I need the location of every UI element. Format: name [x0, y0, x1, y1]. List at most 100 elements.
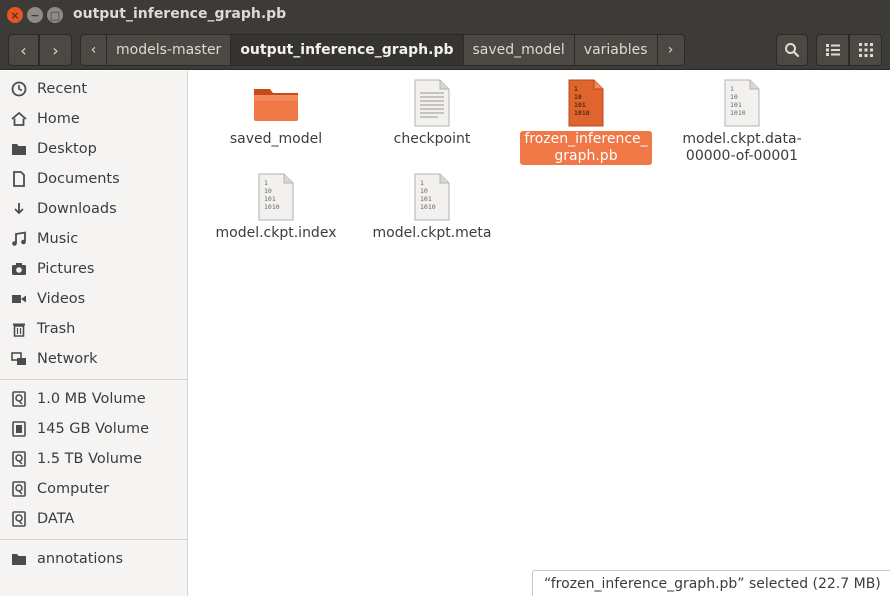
file-item-model-ckpt-index[interactable]: 1 10 101 1010 model.ckpt.index	[201, 173, 351, 242]
chevron-right-icon: ›	[52, 40, 59, 60]
sidebar-divider	[0, 379, 187, 380]
sidebar-item-label: Home	[37, 111, 80, 127]
path-item-models-master[interactable]: models-master	[107, 35, 232, 65]
sidebar-item-label: Trash	[37, 321, 76, 337]
drive-icon	[10, 450, 28, 468]
sidebar-item-data[interactable]: DATA	[0, 505, 187, 533]
drive-icon	[10, 510, 28, 528]
binary-glyph-line: 101	[264, 195, 276, 203]
music-icon	[10, 230, 28, 248]
selection-status: “frozen_inference_graph.pb” selected (22…	[532, 570, 890, 596]
minimize-window-button[interactable]: −	[27, 7, 43, 23]
sidebar-item-downloads[interactable]: Downloads	[0, 195, 187, 223]
network-icon	[10, 350, 28, 368]
sidebar-item-label: 1.5 TB Volume	[37, 451, 143, 467]
path-scroll-right-button[interactable]: ›	[657, 35, 684, 65]
path-item-output-inference-graph[interactable]: output_inference_graph.pb	[231, 35, 464, 65]
sidebar-item-label: Music	[37, 231, 79, 247]
sidebar-item-label: Desktop	[37, 141, 97, 157]
sidebar-item-label: Network	[37, 351, 98, 367]
list-icon	[825, 44, 840, 56]
sidebar-item-label: Recent	[37, 81, 88, 97]
close-window-button[interactable]: ×	[7, 7, 23, 23]
forward-button[interactable]: ›	[39, 34, 72, 66]
download-icon	[10, 200, 28, 218]
sidebar-item-videos[interactable]: Videos	[0, 285, 187, 313]
file-name: frozen_inference_ graph.pb	[520, 131, 652, 165]
sidebar-item-music[interactable]: Music	[0, 225, 187, 253]
header-bar: ‹ › ‹ models-master output_inference_gra…	[0, 30, 890, 70]
sidebar-item-label: 1.0 MB Volume	[37, 391, 146, 407]
binary-glyph-line: 1	[420, 179, 424, 187]
maximize-icon: □	[49, 8, 61, 22]
file-item-model-ckpt-meta[interactable]: 1 10 101 1010 model.ckpt.meta	[357, 173, 507, 242]
sidebar-item-label: Pictures	[37, 261, 95, 277]
binary-glyph-line: 1	[730, 85, 734, 93]
camera-icon	[10, 260, 28, 278]
sidebar-item-recent[interactable]: Recent	[0, 75, 187, 103]
binary-glyph-line: 10	[574, 93, 582, 101]
path-item-variables[interactable]: variables	[575, 35, 658, 65]
folder-icon	[10, 550, 28, 568]
search-button[interactable]	[776, 34, 808, 66]
back-button[interactable]: ‹	[8, 34, 39, 66]
sidebar-item-annotations[interactable]: annotations	[0, 545, 187, 573]
drive-icon	[10, 390, 28, 408]
folder-icon	[10, 140, 28, 158]
binary-file-icon: 1 10 101 1010	[408, 173, 456, 221]
binary-glyph-line: 1010	[420, 203, 436, 211]
sidebar-item-trash[interactable]: Trash	[0, 315, 187, 343]
folder-icon	[252, 79, 300, 127]
binary-glyph-line: 101	[574, 101, 586, 109]
binary-glyph-line: 10	[730, 93, 738, 101]
video-icon	[10, 290, 28, 308]
path-bar: ‹ models-master output_inference_graph.p…	[80, 34, 685, 66]
sidebar-item-145gb-volume[interactable]: 145 GB Volume	[0, 415, 187, 443]
sidebar-item-label: Documents	[37, 171, 120, 187]
minimize-icon: −	[30, 8, 40, 22]
sidebar-item-desktop[interactable]: Desktop	[0, 135, 187, 163]
title-bar: × − □ output_inference_graph.pb	[0, 0, 890, 30]
binary-glyph-line: 101	[420, 195, 432, 203]
binary-glyph-line: 1010	[730, 109, 746, 117]
sidebar-item-label: DATA	[37, 511, 75, 527]
file-name: saved_model	[229, 131, 323, 147]
sidebar-item-documents[interactable]: Documents	[0, 165, 187, 193]
file-item-model-ckpt-data[interactable]: 1 10 101 1010 model.ckpt.data- 00000-of-000…	[667, 79, 817, 165]
sidebar-divider	[0, 539, 187, 540]
file-name: checkpoint	[393, 131, 471, 147]
file-name: model.ckpt.meta	[372, 225, 492, 241]
close-icon: ×	[10, 8, 20, 22]
sidebar-item-1-5tb-volume[interactable]: 1.5 TB Volume	[0, 445, 187, 473]
binary-glyph-line: 1	[574, 85, 578, 93]
file-item-frozen-inference-graph[interactable]: 1 10 101 1010 frozen_inference_ graph.pb	[511, 79, 661, 165]
binary-glyph-line: 101	[730, 101, 742, 109]
file-item-saved-model[interactable]: saved_model	[201, 79, 351, 148]
sidebar-item-computer[interactable]: Computer	[0, 475, 187, 503]
binary-glyph-line: 1010	[574, 109, 590, 117]
sidebar-item-1mb-volume[interactable]: 1.0 MB Volume	[0, 385, 187, 413]
sidebar-item-label: Videos	[37, 291, 86, 307]
sidebar-item-pictures[interactable]: Pictures	[0, 255, 187, 283]
home-icon	[10, 110, 28, 128]
grid-view-button[interactable]	[849, 34, 882, 66]
sidebar-item-network[interactable]: Network	[0, 345, 187, 373]
path-scroll-left-button[interactable]: ‹	[81, 35, 107, 65]
binary-file-icon: 1 10 101 1010	[718, 79, 766, 127]
binary-glyph-line: 10	[264, 187, 272, 195]
maximize-window-button[interactable]: □	[47, 7, 63, 23]
sidebar-item-label: annotations	[37, 551, 124, 567]
binary-file-icon: 1 10 101 1010	[252, 173, 300, 221]
clock-icon	[10, 80, 28, 98]
list-view-button[interactable]	[816, 34, 849, 66]
search-icon	[785, 43, 800, 58]
path-item-saved-model[interactable]: saved_model	[464, 35, 575, 65]
sidebar: Recent Home Desktop Documents Downloads …	[0, 71, 188, 596]
file-view: saved_model checkpoint 1 10 101 1010 frozen…	[189, 71, 890, 596]
file-item-checkpoint[interactable]: checkpoint	[357, 79, 507, 148]
sidebar-item-label: Computer	[37, 481, 110, 497]
sidebar-item-home[interactable]: Home	[0, 105, 187, 133]
binary-file-icon: 1 10 101 1010	[562, 79, 610, 127]
sidebar-item-label: Downloads	[37, 201, 117, 217]
text-file-icon	[408, 79, 456, 127]
